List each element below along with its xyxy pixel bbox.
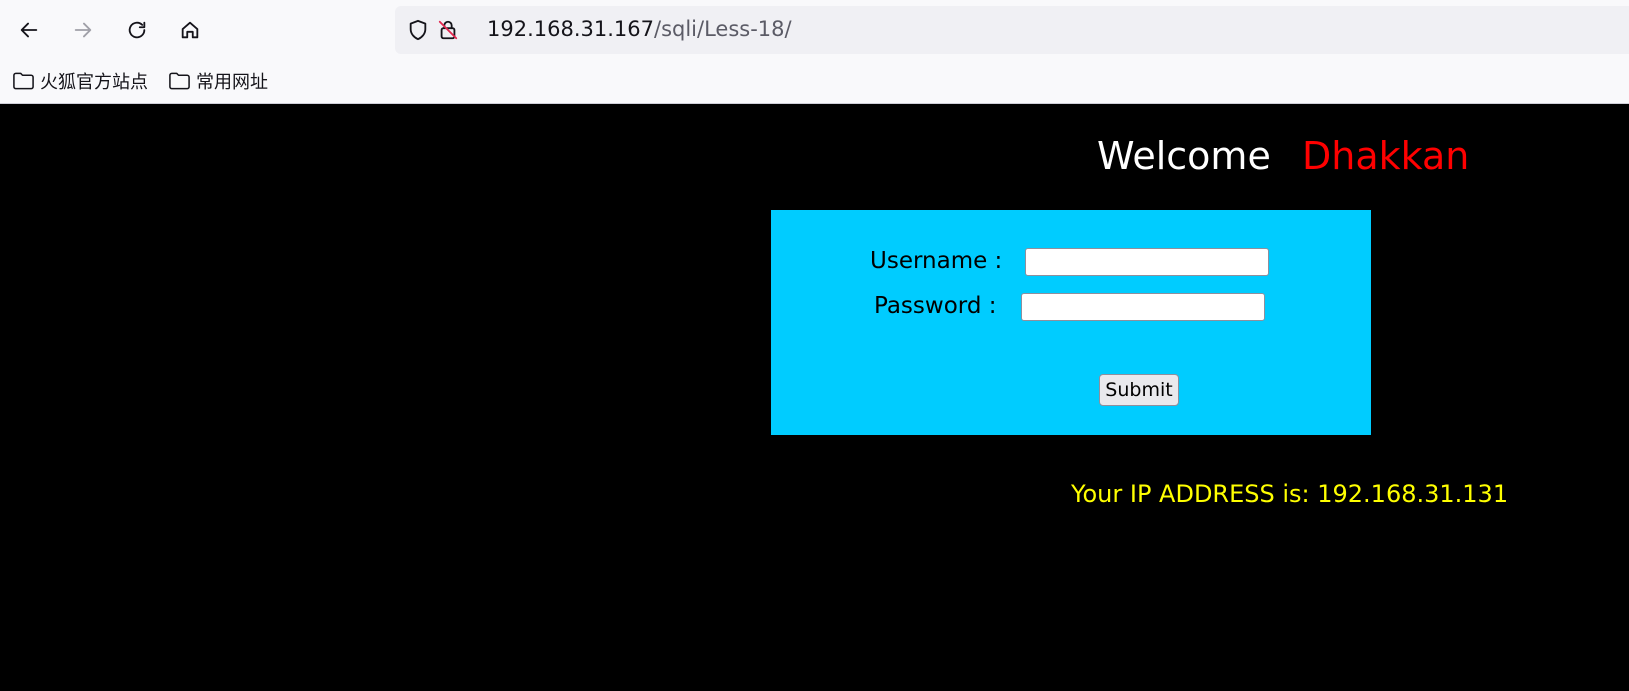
folder-icon bbox=[169, 72, 190, 90]
submit-button[interactable]: Submit bbox=[1099, 374, 1179, 406]
back-button[interactable] bbox=[9, 10, 49, 50]
insecure-lock-icon[interactable] bbox=[437, 19, 459, 41]
arrow-right-icon bbox=[74, 22, 92, 38]
password-input[interactable] bbox=[1021, 293, 1265, 321]
address-bar[interactable]: 192.168.31.167/sqli/Less-18/ bbox=[395, 6, 1629, 54]
welcome-name: Dhakkan bbox=[1302, 134, 1470, 178]
bookmark-folder-firefox[interactable]: 火狐官方站点 bbox=[12, 67, 148, 95]
username-label: Username : bbox=[870, 248, 1003, 274]
folder-icon bbox=[13, 72, 34, 90]
bookmarks-toolbar: 火狐官方站点 常用网址 bbox=[0, 62, 1629, 100]
page-content: Welcome Dhakkan Username : Password : Su… bbox=[0, 104, 1629, 691]
ip-address-text: Your IP ADDRESS is: 192.168.31.131 bbox=[1071, 480, 1509, 508]
password-label: Password : bbox=[874, 293, 997, 319]
home-button[interactable] bbox=[170, 10, 210, 50]
bookmark-folder-common[interactable]: 常用网址 bbox=[168, 67, 268, 95]
reload-button[interactable] bbox=[117, 10, 157, 50]
url-text[interactable]: 192.168.31.167/sqli/Less-18/ bbox=[487, 17, 792, 41]
reload-icon bbox=[128, 21, 146, 39]
url-host: 192.168.31.167 bbox=[487, 17, 654, 41]
forward-button[interactable] bbox=[63, 10, 103, 50]
arrow-left-icon bbox=[20, 22, 38, 38]
browser-chrome: 192.168.31.167/sqli/Less-18/ 火狐官方站点 常用网址 bbox=[0, 0, 1629, 104]
url-path: /sqli/Less-18/ bbox=[654, 17, 792, 41]
shield-icon[interactable] bbox=[407, 19, 429, 41]
bookmark-label: 常用网址 bbox=[196, 72, 268, 93]
welcome-text: Welcome bbox=[1097, 134, 1271, 178]
username-input[interactable] bbox=[1025, 248, 1269, 276]
login-form: Username : Password : Submit bbox=[771, 210, 1371, 435]
home-icon bbox=[181, 21, 199, 39]
bookmark-label: 火狐官方站点 bbox=[40, 72, 148, 93]
